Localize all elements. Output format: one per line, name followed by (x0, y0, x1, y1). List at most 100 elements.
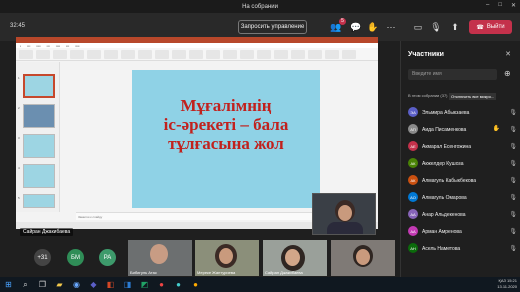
excel-icon[interactable]: ◩ (139, 279, 150, 290)
slide-title: Мұғалімнің іс-әрекеті – бала тұлғасына ж… (146, 96, 306, 153)
participant-row[interactable]: АА Анар Альдекенова 🎙 (408, 207, 520, 223)
avatar: АН (408, 243, 418, 253)
mute-all-button[interactable]: Отключить все микро... (449, 93, 497, 100)
mic-muted-icon: 🎙 (509, 246, 517, 252)
video-tile: Мереке Жантуриева (195, 240, 259, 276)
participant-name: Акжелдер Кушоза (422, 161, 464, 167)
window-title: На собрании (242, 3, 278, 10)
start-icon[interactable]: ⊞ (3, 279, 14, 290)
slide-thumbnail[interactable] (23, 164, 55, 188)
video-tile: Сайран Джакибаева (263, 240, 327, 276)
raise-hand-icon[interactable]: ✋ (366, 20, 380, 34)
slide-thumbnails: 1 2 3 4 5 (16, 62, 60, 212)
avatar: АЕ (408, 141, 418, 151)
close-panel-icon[interactable]: ✕ (505, 50, 511, 58)
participant-row[interactable]: АП Аида Писаменкова ✋ 🎙 (408, 122, 520, 138)
windows-taskbar: ⊞ ⌕ ❐ ▰ ◉ ◆ ◧ ◨ ◩ ● ● ● ҚАЗ 15:21 13.11.… (0, 277, 520, 292)
app-icon[interactable]: ● (190, 279, 201, 290)
slide-thumbnail[interactable] (23, 104, 55, 128)
meeting-timer: 32:45 (10, 23, 26, 29)
microphone-icon[interactable]: 🎙 (429, 20, 443, 34)
participant-face (356, 249, 370, 265)
app-icon[interactable]: ● (173, 279, 184, 290)
file-explorer-icon[interactable]: ▰ (54, 279, 65, 290)
video-tile-name: Мереке Жантуриева (197, 270, 236, 275)
close-window-button[interactable]: ✕ (511, 2, 516, 9)
video-tile: Бибигуль Атас (128, 240, 192, 276)
word-icon[interactable]: ◨ (122, 279, 133, 290)
language-indicator: ҚАЗ (498, 278, 506, 283)
participant-search-input[interactable]: Введите имя (408, 69, 497, 80)
share-screen-icon[interactable]: ⬆ (448, 20, 462, 34)
chat-icon[interactable]: 💬 (349, 20, 363, 34)
task-view-icon[interactable]: ❐ (37, 279, 48, 290)
app-icon[interactable]: ● (156, 279, 167, 290)
powerpoint-icon[interactable]: ◧ (105, 279, 116, 290)
presenter-video (312, 193, 376, 235)
section-label[interactable]: В этом собрании (37) (408, 93, 448, 98)
title-bar: На собрании – □ ✕ (0, 0, 520, 13)
maximize-button[interactable]: □ (498, 2, 502, 9)
avatar: АК (408, 175, 418, 185)
video-tile (331, 240, 395, 276)
participant-row[interactable]: АА Арман Амренова 🎙 (408, 224, 520, 240)
teams-icon[interactable]: ◆ (88, 279, 99, 290)
participant-name: Акмарал Есенгожина (422, 144, 472, 150)
video-tile-name: Бибигуль Атас (130, 270, 157, 275)
mic-muted-icon: 🎙 (509, 161, 517, 167)
participant-row[interactable]: АН Асель Наметова 🎙 (408, 241, 520, 257)
mic-muted-icon: 🎙 (509, 212, 517, 218)
system-tray[interactable]: ҚАЗ 15:21 13.11.2020 (497, 278, 517, 290)
avatar: АП (408, 124, 418, 134)
leave-label: Выйти (486, 24, 505, 30)
more-participants-button[interactable]: +31 (34, 249, 51, 266)
participant-face (219, 248, 233, 264)
mic-muted-icon: 🎙 (509, 127, 517, 133)
avatar: АА (408, 226, 418, 236)
avatar: АК (408, 158, 418, 168)
mic-muted-icon: 🎙 (509, 144, 517, 150)
current-slide: Мұғалімнің іс-әрекеті – бала тұлғасына ж… (132, 70, 320, 208)
panel-title: Участники (408, 51, 444, 58)
participant-name: Алмагуль Омарова (422, 195, 467, 201)
participant-name: Асель Наметова (422, 246, 461, 252)
participant-row[interactable]: АК Алмагуль Кабыкбекова 🎙 (408, 173, 520, 189)
slide-title-line-3: тұлғасына жол (168, 134, 284, 153)
participant-row[interactable]: АЕ Акмарал Есенгожина 🎙 (408, 139, 520, 155)
participant-name: Эльмира Абыкзаева (422, 110, 470, 116)
minimize-button[interactable]: – (486, 2, 489, 9)
mic-muted-icon: 🎙 (509, 110, 517, 116)
teams-meeting-window: На собрании – □ ✕ 32:45 Запросить управл… (0, 0, 520, 292)
clock: 15:21 (506, 278, 517, 283)
phone-hangup-icon: ☎ (476, 24, 484, 31)
slide-title-line-2: іс-әрекеті – бала (163, 115, 289, 134)
participants-badge: 5 (339, 18, 346, 25)
slide-thumbnail[interactable] (23, 134, 55, 158)
ribbon (16, 48, 378, 61)
leave-button[interactable]: ☎ Выйти (469, 20, 512, 34)
request-control-button[interactable]: Запросить управление (238, 20, 307, 34)
sharer-name: Сайран Джакибаева (20, 228, 74, 236)
slide-thumbnail[interactable] (23, 194, 55, 208)
participant-head (150, 244, 168, 264)
avatar: АО (408, 192, 418, 202)
participants-panel: Участники ✕ Введите имя ⊕ В этом собрани… (400, 41, 520, 277)
avatar: БМ (67, 249, 84, 266)
participant-row[interactable]: АО Алмагуль Омарова 🎙 (408, 190, 520, 206)
participant-row[interactable]: АК Акжелдер Кушоза 🎙 (408, 156, 520, 172)
participant-name: Арман Амренова (422, 229, 462, 235)
shared-screen-stage: ▪ ▪▪▪ ▪▪▪▪ ▪▪▪ ▪▪▪▪ ▪▪▪ ▪▪▪▪ 1 2 3 4 5 Мұғалім… (0, 37, 400, 237)
more-actions-icon[interactable]: ⋯ (384, 20, 398, 34)
slide-thumbnail[interactable] (23, 74, 55, 98)
participant-row[interactable]: ЭА Эльмира Абыкзаева 🎙 (408, 105, 520, 121)
camera-icon[interactable]: ▭ (411, 20, 425, 34)
request-control-label: Запросить управление (240, 24, 305, 30)
presenter-face (338, 205, 352, 221)
browser-icon[interactable]: ◉ (71, 279, 82, 290)
search-icon[interactable]: ⌕ (20, 279, 31, 290)
add-participant-icon[interactable]: ⊕ (504, 69, 511, 78)
slide-title-line-1: Мұғалімнің (180, 96, 272, 115)
avatar: АА (408, 209, 418, 219)
video-tile-name: Сайран Джакибаева (265, 270, 303, 275)
raised-hand-icon: ✋ (492, 126, 500, 132)
